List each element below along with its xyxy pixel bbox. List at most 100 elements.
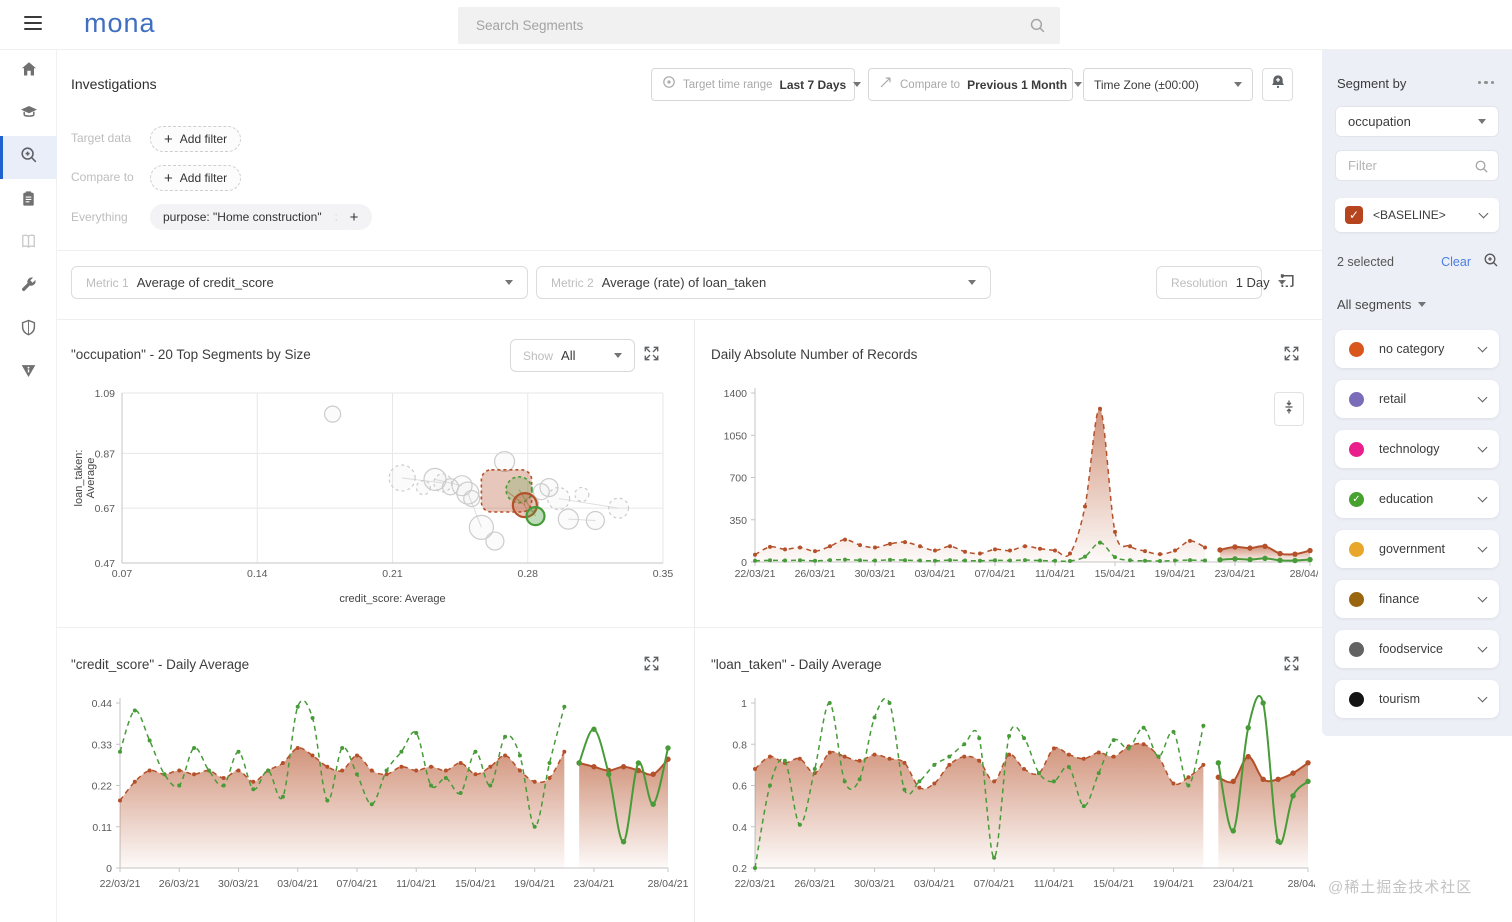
svg-text:19/04/21: 19/04/21	[1153, 878, 1194, 890]
watermark: @稀土掘金技术社区	[1328, 879, 1473, 896]
shield-icon	[19, 318, 38, 342]
expand-icon	[644, 656, 659, 674]
scatter-chart-title: "occupation" - 20 Top Segments by Size	[71, 347, 311, 362]
target-data-add-filter-button[interactable]: + Add filter	[150, 126, 242, 152]
chevron-down-icon	[505, 280, 513, 285]
menu-icon[interactable]	[24, 16, 44, 32]
metric2-dropdown[interactable]: Metric 2 Average (rate) of loan_taken	[536, 266, 991, 299]
logo: mona	[84, 8, 156, 38]
resolution-dropdown[interactable]: Resolution 1 Day	[1156, 266, 1286, 299]
chevron-down-icon	[614, 353, 622, 358]
svg-text:1050: 1050	[724, 430, 748, 442]
expand-records-button[interactable]	[1284, 346, 1299, 364]
segment-by-title: Segment by	[1337, 76, 1407, 91]
sidebar-item-home[interactable]	[0, 50, 57, 93]
sidebar-item-investigations[interactable]	[0, 136, 57, 179]
chevron-down-icon[interactable]	[1477, 642, 1488, 653]
compare-to-dropdown[interactable]: Compare to Previous 1 Month	[868, 68, 1083, 101]
sidebar-item-models[interactable]	[0, 93, 57, 136]
sidebar-item-settings[interactable]	[0, 265, 57, 308]
segment-label: technology	[1379, 442, 1440, 456]
add-everything-filter-button[interactable]: +	[336, 204, 372, 230]
svg-text:0.2: 0.2	[732, 863, 747, 875]
show-dropdown[interactable]: Show All	[510, 339, 635, 372]
metric1-dropdown[interactable]: Metric 1 Average of credit_score	[71, 266, 528, 299]
filter-chip[interactable]: purpose: "Home construction" ×	[150, 204, 356, 230]
segment-item-tourism[interactable]: tourism	[1335, 680, 1499, 718]
svg-text:07/04/21: 07/04/21	[974, 878, 1015, 890]
segment-label: no category	[1379, 342, 1445, 356]
segment-label: government	[1379, 542, 1446, 556]
svg-text:26/03/21: 26/03/21	[159, 878, 200, 890]
segment-color-dot	[1349, 641, 1364, 657]
global-search	[458, 7, 1060, 44]
time-zone-dropdown[interactable]: Time Zone (±00:00)	[1083, 68, 1253, 101]
chevron-down-icon[interactable]	[1477, 442, 1488, 453]
svg-text:0.35: 0.35	[653, 568, 674, 580]
more-options-icon[interactable]	[1477, 81, 1494, 85]
segment-item-technology[interactable]: technology	[1335, 430, 1499, 468]
segment-label: education	[1379, 492, 1434, 506]
baseline-checkbox[interactable]: ✓	[1345, 206, 1363, 224]
records-chart: 03507001050140022/03/21 26/03/21 30/03/21 0…	[724, 388, 1318, 580]
svg-text:26/03/21: 26/03/21	[794, 878, 835, 890]
segment-item-government[interactable]: government	[1335, 530, 1499, 568]
svg-text:23/04/21: 23/04/21	[1213, 878, 1254, 890]
all-segments-toggle[interactable]: All segments	[1337, 297, 1427, 312]
expand-scatter-button[interactable]	[644, 346, 659, 364]
area-select-button[interactable]	[1276, 271, 1297, 295]
credit-chart-title: "credit_score" - Daily Average	[71, 657, 250, 672]
svg-text:0.4: 0.4	[732, 822, 747, 834]
svg-text:28/04/21: 28/04/21	[648, 878, 689, 890]
expand-loan-button[interactable]	[1284, 656, 1299, 674]
svg-text:0.07: 0.07	[112, 568, 133, 580]
expand-credit-button[interactable]	[644, 656, 659, 674]
chevron-down-icon[interactable]	[1477, 492, 1488, 503]
svg-text:03/04/21: 03/04/21	[914, 878, 955, 890]
target-time-range-dropdown[interactable]: Target time range Last 7 Days	[651, 68, 862, 101]
info-triangle-icon	[19, 361, 38, 385]
clear-selection-link[interactable]: Clear	[1441, 255, 1471, 269]
search-input[interactable]	[458, 7, 1060, 44]
chevron-down-icon[interactable]	[1477, 692, 1488, 703]
baseline-segment-item[interactable]: ✓ <BASELINE>	[1335, 198, 1499, 232]
segment-item-finance[interactable]: finance	[1335, 580, 1499, 618]
segment-item-education[interactable]: ✓ education	[1335, 480, 1499, 518]
chevron-down-icon[interactable]	[1477, 342, 1488, 353]
chevron-down-icon[interactable]	[1478, 208, 1489, 219]
svg-text:15/04/21: 15/04/21	[1095, 568, 1136, 580]
segment-list: no category retail technology ✓ education gov…	[1335, 330, 1499, 730]
expand-icon	[1284, 656, 1299, 674]
clipboard-icon	[19, 189, 38, 213]
segment-color-dot	[1349, 591, 1364, 607]
svg-text:350: 350	[729, 515, 747, 527]
segment-item-foodservice[interactable]: foodservice	[1335, 630, 1499, 668]
segment-item-no-category[interactable]: no category	[1335, 330, 1499, 368]
compare-to-add-filter-button[interactable]: + Add filter	[150, 165, 242, 191]
divider	[57, 250, 1322, 251]
chevron-down-icon[interactable]	[1477, 392, 1488, 403]
app-root: mona Investigations Target time range La…	[0, 0, 1512, 922]
svg-text:1: 1	[741, 698, 747, 710]
zoom-plus-icon[interactable]	[1483, 252, 1499, 271]
sidebar-item-docs[interactable]	[0, 222, 57, 265]
segment-item-retail[interactable]: retail	[1335, 380, 1499, 418]
sidebar-item-reports[interactable]	[0, 179, 57, 222]
chevron-down-icon[interactable]	[1477, 542, 1488, 553]
svg-text:1400: 1400	[724, 388, 748, 400]
chevron-down-icon[interactable]	[1477, 592, 1488, 603]
divider	[694, 319, 695, 922]
svg-text:30/03/21: 30/03/21	[855, 568, 896, 580]
chevron-down-icon	[968, 280, 976, 285]
segment-color-dot	[1349, 391, 1364, 407]
svg-text:loan_taken:: loan_taken:	[73, 450, 85, 507]
sidebar-item-security[interactable]	[0, 308, 57, 351]
svg-text:Average: Average	[85, 458, 97, 499]
everything-label: Everything	[71, 210, 128, 224]
chevron-down-icon	[1234, 82, 1242, 87]
svg-text:0.44: 0.44	[92, 698, 113, 710]
segment-by-dropdown[interactable]: occupation	[1335, 106, 1499, 137]
add-alert-button[interactable]	[1262, 68, 1293, 101]
sidebar-item-alerts[interactable]	[0, 351, 57, 394]
area-select-icon	[1276, 274, 1297, 295]
